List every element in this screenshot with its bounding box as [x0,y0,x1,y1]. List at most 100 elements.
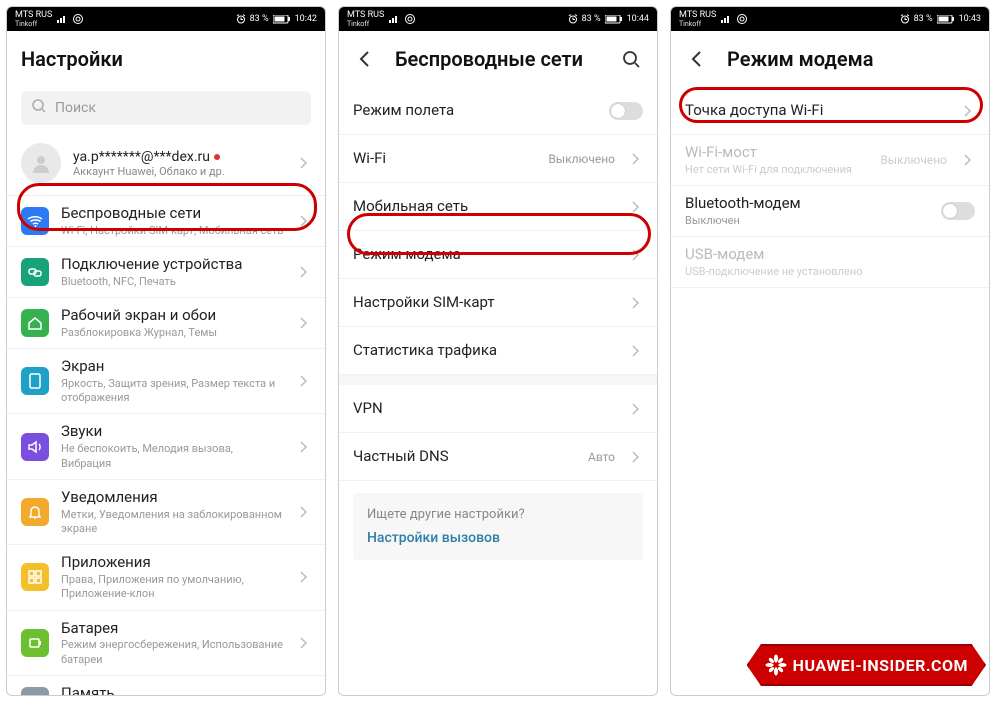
carrier-sub: Tinkoff [347,20,384,28]
chevron-right-icon [297,265,311,279]
titlebar: Режим модема [671,31,989,87]
settings-row[interactable]: Подключение устройстваBluetooth, NFC, Пе… [7,247,325,298]
carrier-label: MTS RUS [679,11,716,20]
settings-row[interactable]: БатареяРежим энергосбережения, Использов… [7,611,325,676]
settings-row[interactable]: УведомленияМетки, Уведомления на заблоки… [7,480,325,545]
search-input[interactable]: Поиск [21,91,311,125]
row-title: Мобильная сеть [353,197,617,216]
watermark-text: HUAWEI-INSIDER.COM [793,656,968,675]
row-sub: Режим энергосбережения, Использование ба… [61,638,285,667]
chevron-right-icon [629,450,643,464]
sim-icon [388,14,400,24]
settings-row[interactable]: VPN [339,385,657,433]
settings-row[interactable]: Частный DNSАвто [339,433,657,481]
carrier-sub: Tinkoff [679,20,716,28]
row-title: Статистика трафика [353,341,617,360]
row-title: Точка доступа Wi-Fi [685,101,949,120]
row-title: Режим полета [353,101,597,120]
row-sub: Права, Приложения по умолчанию, Приложен… [61,573,285,602]
row-title: USB-модем [685,245,975,264]
row-title: Wi-Fi [353,149,536,168]
chevron-right-icon [297,374,311,388]
display-icon [21,367,49,395]
settings-row[interactable]: Рабочий экран и обоиРазблокировка Журнал… [7,298,325,349]
battery-icon [605,15,623,24]
link-icon [21,258,49,286]
sim-icon [56,14,68,24]
page-title: Режим модема [727,47,975,71]
settings-row[interactable]: Беспроводные сетиWi-Fi, Настройки SIM-ка… [7,196,325,247]
bell-icon [21,498,49,526]
row-title: Звуки [61,422,285,441]
footer-link[interactable]: Настройки вызовов [367,530,629,546]
chevron-right-icon [629,402,643,416]
toggle[interactable] [941,202,975,220]
row-title: Батарея [61,619,285,638]
settings-row[interactable]: ПамятьОчистка памяти [7,676,325,695]
home-icon [21,309,49,337]
battery-text: 83 % [582,14,601,24]
back-button[interactable] [685,47,709,71]
battery-text: 83 % [250,14,269,24]
chevron-right-icon [629,152,643,166]
wifi-icon [21,207,49,235]
toggle[interactable] [609,102,643,120]
row-sub: Bluetooth, NFC, Печать [61,275,285,289]
alarm-icon [568,14,578,24]
chevron-right-icon [961,153,975,167]
settings-row[interactable]: ЭкранЯркость, Защита зрения, Размер текс… [7,349,325,414]
statusbar: MTS RUS Tinkoff 83 % [7,7,325,31]
row-sub: USB-подключение не установлено [685,265,975,279]
titlebar: Настройки [7,31,325,87]
chevron-right-icon [629,248,643,262]
settings-row[interactable]: Мобильная сеть [339,183,657,231]
chevron-right-icon [629,200,643,214]
chevron-right-icon [297,316,311,330]
carrier-sub: Tinkoff [15,20,52,28]
huawei-logo-icon [765,654,787,676]
back-button[interactable] [353,47,377,71]
carrier-label: MTS RUS [347,11,384,20]
chevron-right-icon [297,694,311,695]
time-label: 10:44 [627,14,649,24]
row-title: Настройки SIM-карт [353,293,617,312]
settings-row[interactable]: Wi-FiВыключено [339,135,657,183]
titlebar: Беспроводные сети [339,31,657,87]
alarm-icon [236,14,246,24]
nfc-icon [404,13,416,25]
section-spacer [339,375,657,385]
apps-icon [21,563,49,591]
chevron-right-icon [961,104,975,118]
account-row[interactable]: ya.p*******@***dex.ru Аккаунт Huawei, Об… [7,135,325,196]
account-email: ya.p*******@***dex.ru [73,149,210,165]
settings-row[interactable]: Bluetooth-модемВыключен [671,186,989,237]
settings-row[interactable]: Точка доступа Wi-Fi [671,87,989,135]
search-icon [31,98,47,118]
chevron-right-icon [297,636,311,650]
settings-row: Wi-Fi-мостНет сети Wi-Fi для подключения… [671,135,989,186]
chevron-right-icon [297,440,311,454]
settings-row[interactable]: Настройки SIM-карт [339,279,657,327]
chevron-right-icon [297,214,311,228]
chevron-right-icon [297,156,311,170]
row-title: Экран [61,357,285,376]
storage-icon [21,687,49,695]
settings-row[interactable]: Режим полета [339,87,657,135]
time-label: 10:43 [959,14,981,24]
notification-dot-icon [214,154,220,160]
row-sub: Разблокировка Журнал, Темы [61,326,285,340]
row-title: Рабочий экран и обои [61,306,285,325]
search-button[interactable] [619,47,643,71]
phone-wireless: MTS RUS Tinkoff 83 % 10:44 Беспров [338,6,658,696]
battery-icon [937,15,955,24]
row-title: Подключение устройства [61,255,285,274]
settings-row[interactable]: Режим модема [339,231,657,279]
avatar [21,143,61,183]
settings-row[interactable]: ЗвукиНе беспокоить, Мелодия вызова, Вибр… [7,414,325,479]
settings-row[interactable]: Статистика трафика [339,327,657,375]
settings-row[interactable]: ПриложенияПрава, Приложения по умолчанию… [7,545,325,610]
row-sub: Выключен [685,214,929,228]
alarm-icon [900,14,910,24]
battery-icon [273,15,291,24]
row-title: Уведомления [61,488,285,507]
